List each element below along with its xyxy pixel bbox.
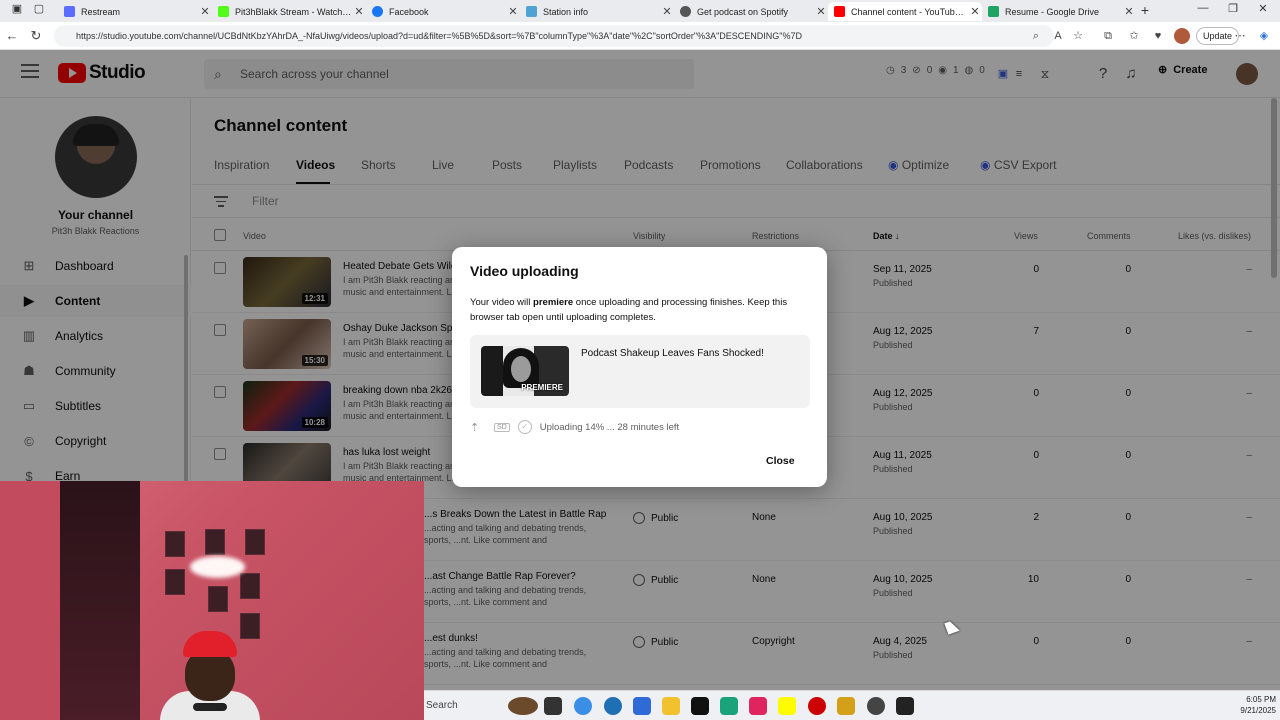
kick-favicon-icon	[218, 6, 229, 17]
taskbar-app-icon[interactable]	[896, 697, 914, 715]
maximize-icon[interactable]: ❐	[1218, 2, 1248, 15]
upload-thumbnail: PREMIERE	[481, 346, 569, 396]
close-tab-icon[interactable]: ✕	[814, 5, 828, 18]
minimize-icon[interactable]: —	[1188, 2, 1218, 14]
tab-actions-icon[interactable]: ▢	[24, 2, 54, 15]
favorite-star-icon[interactable]: ☆	[1070, 28, 1086, 44]
taskbar-snapchat-icon[interactable]	[778, 697, 796, 715]
tab-title: Restream	[81, 6, 121, 17]
message-text: Your video will	[470, 297, 534, 308]
message-bold: premiere	[533, 297, 574, 308]
wall-poster	[165, 531, 185, 557]
upload-video-title: Podcast Shakeup Leaves Fans Shocked!	[581, 348, 764, 359]
clock-time: 6:05 PM	[1246, 695, 1276, 704]
premiere-badge: PREMIERE	[521, 383, 563, 392]
webcam-wall	[0, 481, 60, 720]
close-tab-icon[interactable]: ✕	[660, 5, 674, 18]
browser-tab[interactable]: Restream ✕	[58, 2, 212, 21]
copilot-icon[interactable]: ◈	[1256, 28, 1272, 44]
browser-tab[interactable]: Get podcast on Spotify ✕	[674, 2, 828, 21]
reload-icon[interactable]: ↻	[26, 26, 46, 46]
taskbar-tiktok-live-icon[interactable]	[749, 697, 767, 715]
profile-avatar[interactable]	[1174, 28, 1190, 44]
taskbar-widget-icon[interactable]	[508, 697, 538, 715]
tab-title: Resume - Google Drive	[1005, 6, 1100, 17]
streamer	[155, 631, 265, 720]
ring-light-glare	[190, 556, 245, 578]
streamer-cap	[183, 631, 237, 657]
facebook-favicon-icon	[372, 6, 383, 17]
dialog-title: Video uploading	[470, 263, 579, 279]
taskbar-obs-icon[interactable]	[867, 697, 885, 715]
tab-title: Get podcast on Spotify	[697, 6, 789, 17]
mustache-graphic	[193, 703, 227, 711]
wallet-icon[interactable]: ♥	[1150, 28, 1166, 44]
sd-quality-icon: SD	[494, 422, 510, 432]
youtube-favicon-icon	[834, 6, 845, 17]
wall-poster	[205, 529, 225, 555]
wall-poster	[165, 569, 185, 595]
progress-text: Uploading 14% ... 28 minutes left	[539, 421, 680, 433]
zoom-icon[interactable]: ⌕	[1028, 28, 1044, 44]
browser-tab[interactable]: Pit3hBlakk Stream - Watch Live ✕	[212, 2, 366, 21]
dialog-message: Your video will premiere once uploading …	[470, 295, 800, 325]
close-button[interactable]: Close	[760, 451, 801, 471]
address-bar: ← ↻ https://studio.youtube.com/channel/U…	[0, 22, 1280, 50]
close-window-icon[interactable]: ✕	[1248, 2, 1278, 15]
wall-poster	[208, 586, 228, 612]
new-tab-icon[interactable]: +	[1130, 2, 1160, 18]
favorites-icon[interactable]: ✩	[1126, 28, 1142, 44]
wall-poster	[245, 529, 265, 555]
tab-title: Channel content - YouTube Studio	[851, 6, 968, 17]
upload-progress: ⇡ SD ✓ Uploading 14% ... 28 minutes left	[470, 420, 679, 434]
windows-taskbar: Search 6:05 PM 9/21/2025	[424, 690, 1280, 720]
taskbar-edge-icon[interactable]	[574, 697, 592, 715]
close-tab-icon[interactable]: ✕	[968, 5, 982, 18]
upload-dialog: Video uploading Your video will premiere…	[452, 247, 827, 487]
taskbar-record-icon[interactable]	[808, 697, 826, 715]
restream-favicon-icon	[64, 6, 75, 17]
webcam-overlay	[0, 481, 424, 720]
wall-poster	[240, 573, 260, 599]
close-tab-icon[interactable]: ✕	[506, 5, 520, 18]
browser-tab-active[interactable]: Channel content - YouTube Studio ✕	[828, 2, 982, 21]
url-text: https://studio.youtube.com/channel/UCBdN…	[76, 31, 802, 41]
globe-favicon-icon	[680, 6, 691, 17]
taskbar-app-icon[interactable]	[544, 697, 562, 715]
upload-video-card: PREMIERE Podcast Shakeup Leaves Fans Sho…	[470, 335, 810, 408]
browser-tab[interactable]: Station info ✕	[520, 2, 674, 21]
station-favicon-icon	[526, 6, 537, 17]
read-aloud-icon[interactable]: A	[1050, 28, 1066, 44]
tab-title: Pit3hBlakk Stream - Watch Live	[235, 6, 352, 17]
browser-tab[interactable]: Facebook ✕	[366, 2, 520, 21]
webcam-door	[60, 481, 140, 720]
tab-title: Station info	[543, 6, 589, 17]
browser-tab[interactable]: Resume - Google Drive ✕	[982, 2, 1136, 21]
extensions-icon[interactable]: ⧉	[1100, 28, 1116, 44]
taskbar-store-icon[interactable]	[633, 697, 651, 715]
taskbar-app-icon[interactable]	[837, 697, 855, 715]
upload-arrow-icon: ⇡	[470, 421, 480, 434]
close-tab-icon[interactable]: ✕	[198, 5, 212, 18]
taskbar-app-icon[interactable]	[720, 697, 738, 715]
taskbar-search[interactable]: Search	[424, 695, 504, 717]
tab-title: Facebook	[389, 6, 429, 17]
taskbar-tiktok-icon[interactable]	[691, 697, 709, 715]
drive-favicon-icon	[988, 6, 999, 17]
taskbar-browser-icon[interactable]	[604, 697, 622, 715]
close-tab-icon[interactable]: ✕	[352, 5, 366, 18]
back-icon[interactable]: ←	[2, 26, 22, 46]
check-circle-icon: ✓	[517, 420, 532, 434]
clock-date: 9/21/2025	[1240, 706, 1276, 715]
browser-tab-strip: ▣ ▢ Restream ✕ Pit3hBlakk Stream - Watch…	[0, 0, 1280, 22]
thumbnail-face	[511, 356, 531, 382]
taskbar-clock[interactable]: 6:05 PM 9/21/2025	[1224, 694, 1276, 716]
taskbar-folder-icon[interactable]	[662, 697, 680, 715]
more-menu-icon[interactable]: ⋯	[1232, 28, 1248, 44]
url-field[interactable]: https://studio.youtube.com/channel/UCBdN…	[54, 25, 1054, 47]
